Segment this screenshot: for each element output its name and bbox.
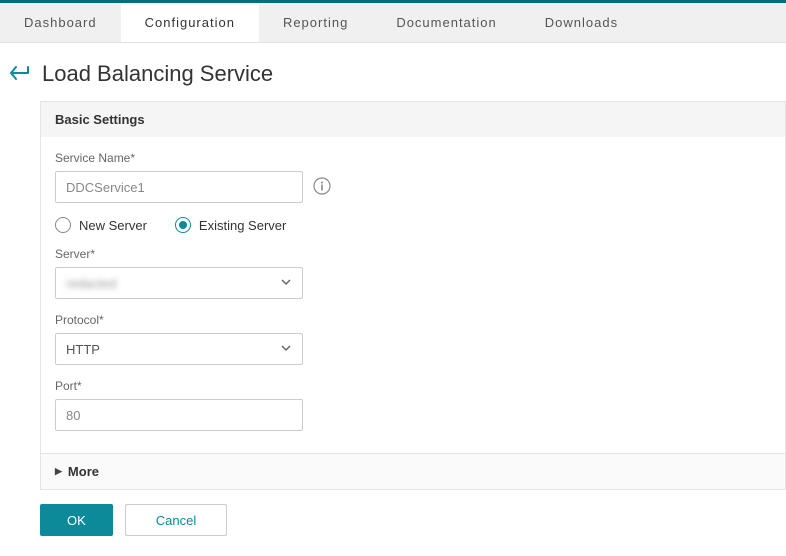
tab-reporting[interactable]: Reporting	[259, 3, 372, 42]
info-icon[interactable]	[313, 177, 331, 198]
page-content: Load Balancing Service Basic Settings Se…	[0, 43, 786, 556]
protocol-select-value: HTTP	[66, 342, 100, 357]
field-port: Port*	[55, 379, 771, 431]
back-icon[interactable]	[10, 64, 32, 85]
radio-circle-selected-icon	[175, 217, 191, 233]
tab-configuration[interactable]: Configuration	[121, 3, 259, 42]
tab-downloads[interactable]: Downloads	[521, 3, 642, 42]
radio-circle-icon	[55, 217, 71, 233]
main-tabs: Dashboard Configuration Reporting Docume…	[0, 3, 786, 43]
ok-button[interactable]: OK	[40, 504, 113, 536]
radio-new-server[interactable]: New Server	[55, 217, 147, 233]
page-header: Load Balancing Service	[10, 61, 786, 87]
server-label: Server*	[55, 247, 771, 261]
server-mode-radio-group: New Server Existing Server	[55, 217, 771, 233]
chevron-down-icon	[280, 342, 292, 357]
chevron-down-icon	[280, 276, 292, 291]
panel-body: Service Name* New Server Existing Server	[41, 137, 785, 453]
protocol-label: Protocol*	[55, 313, 771, 327]
triangle-right-icon: ▶	[55, 466, 62, 477]
field-service-name: Service Name*	[55, 151, 771, 203]
radio-new-server-label: New Server	[79, 218, 147, 233]
port-label: Port*	[55, 379, 771, 393]
service-name-input[interactable]	[55, 171, 303, 203]
more-toggle[interactable]: ▶ More	[41, 453, 785, 489]
server-select-value: redacted	[66, 276, 117, 291]
more-label: More	[68, 464, 99, 479]
cancel-button[interactable]: Cancel	[125, 504, 227, 536]
service-name-label: Service Name*	[55, 151, 771, 165]
page-title: Load Balancing Service	[42, 61, 273, 87]
tab-documentation[interactable]: Documentation	[372, 3, 520, 42]
field-server: Server* redacted	[55, 247, 771, 299]
action-buttons: OK Cancel	[40, 504, 786, 536]
server-select[interactable]: redacted	[55, 267, 303, 299]
radio-existing-server[interactable]: Existing Server	[175, 217, 286, 233]
field-protocol: Protocol* HTTP	[55, 313, 771, 365]
tab-dashboard[interactable]: Dashboard	[0, 3, 121, 42]
panel-header: Basic Settings	[41, 102, 785, 137]
port-input[interactable]	[55, 399, 303, 431]
radio-existing-server-label: Existing Server	[199, 218, 286, 233]
protocol-select[interactable]: HTTP	[55, 333, 303, 365]
basic-settings-panel: Basic Settings Service Name* New Server	[40, 101, 786, 490]
